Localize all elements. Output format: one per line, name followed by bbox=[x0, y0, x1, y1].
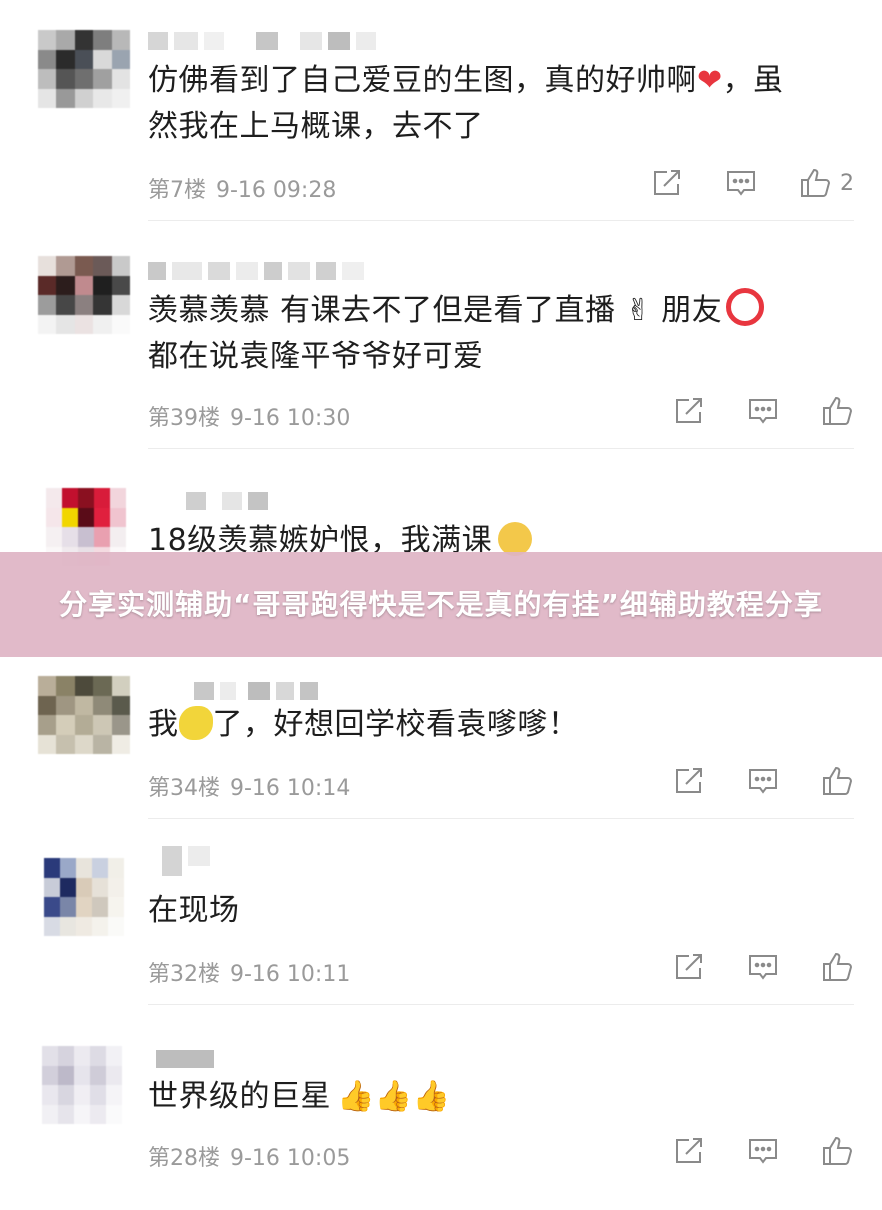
share-button[interactable] bbox=[650, 166, 684, 200]
username-blurred[interactable] bbox=[148, 32, 376, 50]
comment-text: 羡慕羡慕 有课去不了但是看了直播 ✌ 朋友 都在说袁隆平爷爷好可爱 bbox=[148, 288, 848, 380]
username-blurred[interactable] bbox=[194, 682, 318, 700]
comment-text: 仿佛看到了自己爱豆的生图，真的好帅啊❤，虽 然我在上马概课，去不了 bbox=[148, 63, 784, 144]
comment-meta: 第34楼 9-16 10:14 bbox=[148, 770, 350, 802]
comment-meta: 第39楼 9-16 10:30 bbox=[148, 400, 350, 432]
comment-time: 9-16 10:14 bbox=[230, 776, 351, 801]
comment-meta: 第28楼 9-16 10:05 bbox=[148, 1140, 350, 1172]
banner-title: 分享实测辅助“哥哥跑得快是不是真的有挂”细辅助教程分享 bbox=[59, 587, 823, 621]
thumbs-up-icon bbox=[823, 1136, 853, 1165]
comment-actions: 2 bbox=[650, 166, 854, 200]
comment-icon bbox=[749, 1139, 777, 1164]
comment-time: 9-16 10:30 bbox=[230, 406, 351, 431]
floor-number: 第39楼 bbox=[148, 406, 220, 431]
comment-time: 9-16 10:05 bbox=[230, 1146, 351, 1171]
thumbs-up-icon bbox=[823, 396, 853, 425]
like-count: 2 bbox=[840, 170, 854, 196]
lemon-emoji bbox=[178, 706, 213, 740]
username-blurred[interactable] bbox=[162, 846, 210, 876]
comment-text: 我了，好想回学校看袁嗲嗲！ bbox=[148, 706, 579, 742]
share-button[interactable] bbox=[672, 764, 706, 798]
thumbs-up-icon bbox=[823, 766, 853, 795]
comment-actions bbox=[672, 394, 854, 428]
username-blurred[interactable] bbox=[156, 1050, 214, 1068]
heart-emoji: ❤ bbox=[697, 63, 723, 98]
divider bbox=[148, 1004, 854, 1005]
avatar[interactable] bbox=[44, 858, 124, 936]
thumbs-up-icon bbox=[823, 952, 853, 981]
reply-button[interactable] bbox=[746, 1134, 780, 1168]
comment-icon bbox=[727, 171, 755, 196]
comment-text: 在现场 bbox=[148, 893, 240, 928]
floor-number: 第28楼 bbox=[148, 1146, 220, 1171]
avatar[interactable] bbox=[38, 256, 130, 334]
comment-icon bbox=[749, 769, 777, 794]
reply-button[interactable] bbox=[724, 166, 758, 200]
divider bbox=[148, 818, 854, 819]
avatar[interactable] bbox=[42, 1046, 122, 1124]
like-button[interactable] bbox=[820, 1134, 854, 1168]
like-button[interactable] bbox=[820, 950, 854, 984]
floor-number: 第34楼 bbox=[148, 776, 220, 801]
share-button[interactable] bbox=[672, 950, 706, 984]
comment-icon bbox=[749, 955, 777, 980]
divider bbox=[148, 448, 854, 449]
finger-heart-emoji: ✌ bbox=[625, 293, 652, 328]
comment-actions bbox=[672, 1134, 854, 1168]
divider bbox=[148, 220, 854, 221]
share-button[interactable] bbox=[672, 394, 706, 428]
comment-actions bbox=[672, 764, 854, 798]
floor-number: 第7楼 bbox=[148, 178, 206, 203]
like-button[interactable] bbox=[820, 764, 854, 798]
like-button[interactable]: 2 bbox=[798, 166, 854, 200]
reply-button[interactable] bbox=[746, 394, 780, 428]
username-blurred[interactable] bbox=[186, 492, 268, 510]
share-icon bbox=[654, 170, 680, 195]
share-icon bbox=[676, 398, 702, 423]
share-icon bbox=[676, 954, 702, 979]
comment-meta: 第32楼 9-16 10:11 bbox=[148, 956, 350, 988]
username-blurred[interactable] bbox=[148, 262, 364, 280]
comment-actions bbox=[672, 950, 854, 984]
crying-emoji bbox=[498, 522, 533, 556]
floor-number: 第32楼 bbox=[148, 962, 220, 987]
comment-time: 9-16 09:28 bbox=[216, 178, 337, 203]
avatar[interactable] bbox=[38, 676, 130, 754]
share-button[interactable] bbox=[672, 1134, 706, 1168]
share-icon bbox=[676, 768, 702, 793]
red-circle-emoji bbox=[726, 288, 765, 326]
comment-meta: 第7楼 9-16 09:28 bbox=[148, 172, 336, 204]
reply-button[interactable] bbox=[746, 764, 780, 798]
reply-button[interactable] bbox=[746, 950, 780, 984]
comment-time: 9-16 10:11 bbox=[230, 962, 351, 987]
thumbs-up-icon bbox=[801, 168, 831, 197]
comment-icon bbox=[749, 399, 777, 424]
overlay-banner[interactable]: 分享实测辅助“哥哥跑得快是不是真的有挂”细辅助教程分享 bbox=[0, 552, 882, 657]
like-button[interactable] bbox=[820, 394, 854, 428]
comment-text: 世界级的巨星 👍👍👍 bbox=[148, 1079, 451, 1114]
thumbs-up-emoji: 👍👍👍 bbox=[337, 1079, 451, 1114]
avatar[interactable] bbox=[38, 30, 130, 108]
share-icon bbox=[676, 1138, 702, 1163]
